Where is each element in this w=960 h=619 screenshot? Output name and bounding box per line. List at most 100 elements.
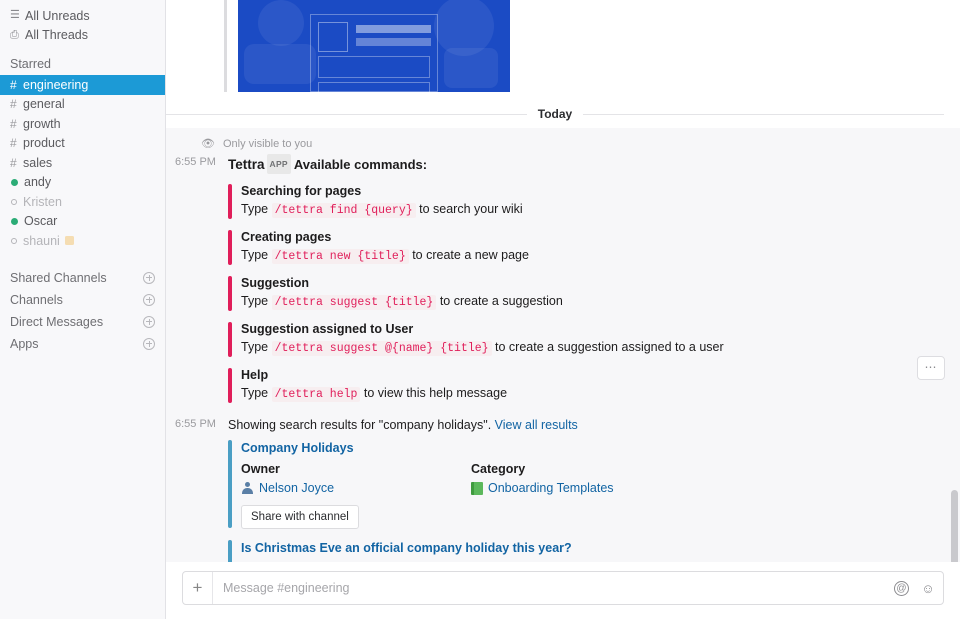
avatar-icon [241,482,254,495]
channel-label: sales [23,155,53,170]
command-title: Suggestion [241,276,310,290]
message-list: Today 👁 Only visible to you 6:55 PM Tett… [166,0,960,619]
command-attachment: Suggestion assigned to User Type /tettra… [228,321,960,358]
sidebar-item-sales[interactable]: # sales [0,153,165,173]
result-title-link[interactable]: Company Holidays [241,439,960,458]
dm-label: Oscar [24,214,58,229]
message-text: Available commands: [293,157,428,172]
category-name: Onboarding Templates [488,481,614,495]
sidebar-item-shauni[interactable]: shauni [0,231,165,251]
result-field-owner: Owner Nelson Joyce [241,460,471,498]
plus-icon[interactable]: + [183,572,213,604]
sidebar-item-label: All Unreads [25,8,90,23]
composer-area: + @ ☺ [166,562,960,619]
add-icon[interactable] [143,315,155,328]
message-header: Tettra APP Available commands: [228,154,960,174]
command-body: Type /tettra suggest @{name} {title} to … [241,338,960,358]
result-fields: Owner Nelson Joyce Category Onboarding T… [241,460,960,498]
decor-blob [244,44,316,84]
status-emoji-icon [64,236,74,246]
command-code: /tettra help [271,387,361,402]
field-value[interactable]: Onboarding Templates [471,479,614,498]
presence-online-icon [11,217,18,225]
command-suffix: to search your wiki [419,202,523,216]
decor-row [318,56,430,78]
sidebar-section-apps[interactable]: Apps [0,333,165,355]
command-code: /tettra suggest @{name} {title} [271,341,492,356]
ephemeral-notice: 👁 Only visible to you [166,136,960,152]
command-attachment: Searching for pages Type /tettra find {q… [228,183,960,220]
message-timestamp[interactable]: 6:55 PM [175,156,223,168]
command-attachment: Help Type /tettra help to view this help… [228,367,960,404]
command-body: Type /tettra suggest {title} to create a… [241,292,960,312]
slack-window: ☰ All Unreads ⎙ All Threads Starred # en… [0,0,960,619]
decor-blob [258,0,304,46]
command-code: /tettra suggest {title} [271,295,437,310]
sidebar-section-label: Apps [10,336,39,351]
sidebar-section-label: Shared Channels [10,270,107,285]
message-composer[interactable]: + @ ☺ [182,571,944,605]
at-icon[interactable]: @ [894,580,909,596]
hash-icon: # [10,97,17,112]
decor-row [318,82,430,92]
sidebar-section-starred[interactable]: Starred [0,53,165,75]
command-prefix: Type [241,386,269,400]
command-title: Searching for pages [241,184,362,198]
decor-line [356,38,431,46]
add-icon[interactable] [143,293,155,306]
ephemeral-message-block: 👁 Only visible to you 6:55 PM Tettra APP A… [166,128,960,619]
hash-icon: # [10,136,17,151]
sidebar-section-direct-messages[interactable]: Direct Messages [0,311,165,333]
add-icon[interactable] [143,271,155,284]
date-divider: Today [166,100,944,128]
owner-name: Nelson Joyce [259,481,335,495]
command-title: Creating pages [241,230,332,244]
sidebar-item-all-threads[interactable]: ⎙ All Threads [0,26,165,46]
message-scrollbar[interactable] [951,490,958,565]
sidebar-item-general[interactable]: # general [0,95,165,115]
app-badge: APP [266,154,291,174]
message-more-actions-button[interactable]: ⋯ [917,356,945,380]
view-all-results-link[interactable]: View all results [495,418,578,432]
dm-label: shauni [23,233,60,248]
sidebar-item-andy[interactable]: andy [0,173,165,193]
field-label: Owner [241,462,280,476]
sidebar-section-label: Channels [10,292,63,307]
sidebar-section-label: Direct Messages [10,314,104,329]
command-prefix: Type [241,294,269,308]
sidebar-section-channels[interactable]: Channels [0,289,165,311]
sidebar-item-engineering[interactable]: # engineering [0,75,165,95]
sidebar-item-growth[interactable]: # growth [0,114,165,134]
field-label: Category [471,462,526,476]
sidebar-item-kristen[interactable]: Kristen [0,192,165,212]
share-with-channel-button[interactable]: Share with channel [241,505,359,529]
message-timestamp[interactable]: 6:55 PM [175,418,223,430]
date-divider-label: Today [526,107,584,121]
threads-icon: ⎙ [10,28,19,41]
command-body: Type /tettra find {query} to search your… [241,200,960,220]
decor-line [356,25,431,33]
image-attachment-preview [166,0,960,100]
dm-label: Kristen [23,194,62,209]
result-title-link[interactable]: Is Christmas Eve an official company hol… [241,539,960,558]
hash-icon: # [10,155,17,170]
preview-image[interactable] [238,0,510,92]
sidebar-item-label: All Threads [25,28,88,43]
message-commands: 6:55 PM Tettra APP Available commands: Sea… [166,154,960,404]
channel-label: growth [23,116,61,131]
book-icon [471,482,483,495]
field-value[interactable]: Nelson Joyce [241,479,471,498]
presence-away-icon [11,237,17,244]
attachment-bar [224,0,227,92]
message-author[interactable]: Tettra [228,157,265,172]
channel-label: product [23,136,65,151]
channel-label: general [23,97,65,112]
emoji-icon[interactable]: ☺ [917,577,939,599]
sidebar-item-oscar[interactable]: Oscar [0,212,165,232]
sidebar-item-product[interactable]: # product [0,134,165,154]
add-icon[interactable] [143,337,155,350]
message-input[interactable] [213,573,894,603]
search-results-text: Showing search results for "company holi… [228,416,960,435]
sidebar-section-shared-channels[interactable]: Shared Channels [0,267,165,289]
sidebar-item-all-unreads[interactable]: ☰ All Unreads [0,6,165,26]
